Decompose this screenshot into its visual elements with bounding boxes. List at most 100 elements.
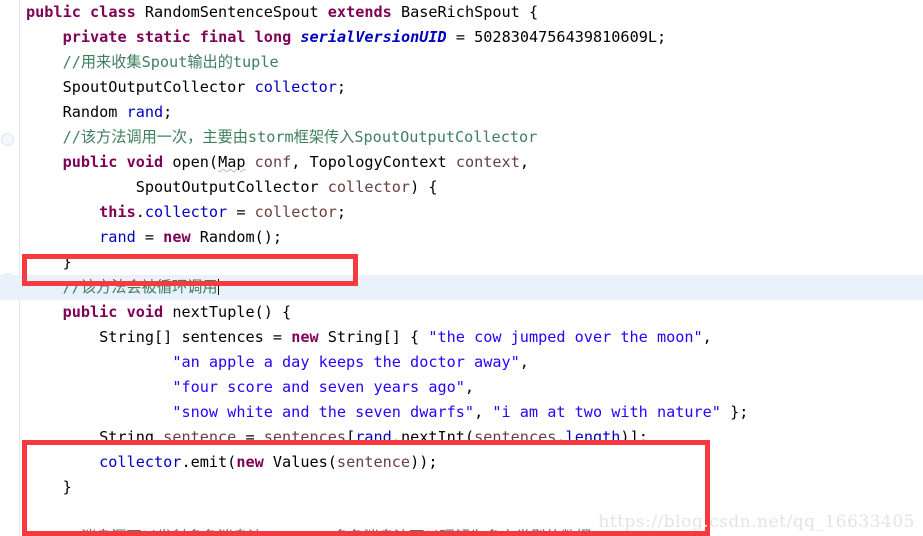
code-token-parm: collector: [254, 203, 337, 221]
code-text-area[interactable]: public class RandomSentenceSpout extends…: [0, 0, 923, 536]
code-token-kw: new: [163, 228, 191, 246]
code-token-kw: void: [126, 153, 164, 171]
code-token-plain: }: [62, 253, 72, 271]
code-token-fld: collector: [254, 78, 337, 96]
code-line[interactable]: public void open(Map conf, TopologyConte…: [0, 150, 923, 175]
code-token-sq: Map: [218, 153, 246, 171]
code-token-kw: new: [291, 328, 319, 346]
code-line[interactable]: }: [0, 250, 923, 275]
code-token-plain: RandomSentenceSpout: [135, 3, 328, 21]
code-token-fld: collector: [99, 453, 182, 471]
code-line[interactable]: rand = new Random();: [0, 225, 923, 250]
code-line[interactable]: this.collector = collector;: [0, 200, 923, 225]
code-token-plain: ,: [519, 353, 529, 371]
code-line[interactable]: Random rand;: [0, 100, 923, 125]
code-line[interactable]: //该方法会被循环调用: [0, 275, 923, 300]
code-token-parm: context: [455, 153, 520, 171]
code-token-sfld: serialVersionUID: [300, 28, 447, 46]
code-line[interactable]: //用来收集Spout输出的tuple: [0, 50, 923, 75]
code-token-fld: rand: [99, 228, 136, 246]
code-token-kw: long: [254, 28, 292, 46]
code-token-plain: ;: [163, 103, 173, 121]
code-token-plain: ,: [519, 153, 529, 171]
code-token-kw: new: [236, 453, 264, 471]
code-token-kw: static: [135, 28, 191, 46]
code-token-plain: String: [99, 428, 164, 446]
code-line[interactable]: "an apple a day keeps the doctor away",: [0, 350, 923, 375]
code-token-plain: ;: [336, 203, 347, 221]
code-token-parm: sentence: [163, 428, 237, 446]
code-token-plain: =: [236, 428, 264, 446]
code-token-plain: =: [227, 203, 255, 221]
code-token-plain: open(: [163, 153, 219, 171]
code-token-plain: BaseRichSpout {: [391, 3, 539, 21]
code-token-plain: ,: [702, 328, 712, 346]
code-line[interactable]: String[] sentences = new String[] { "the…: [0, 325, 923, 350]
code-token-str: "i am at two with nature": [492, 403, 721, 421]
code-line[interactable]: public void nextTuple() {: [0, 300, 923, 325]
code-line[interactable]: //该方法调用一次，主要由storm框架传入SpoutOutputCollect…: [0, 125, 923, 150]
code-token-str: "an apple a day keeps the doctor away": [172, 353, 520, 371]
code-line[interactable]: collector.emit(new Values(sentence));: [0, 450, 923, 475]
code-token-kw: class: [90, 3, 136, 21]
code-token-plain: Values(: [263, 453, 337, 471]
code-token-plain: ));: [410, 453, 438, 471]
code-token-plain: String[]: [99, 328, 182, 346]
watermark-text: https://blog.csdn.net/qq_16633405: [598, 512, 915, 532]
code-token-plain: ,: [464, 378, 475, 396]
code-line[interactable]: "snow white and the seven dwarfs", "i am…: [0, 400, 923, 425]
code-line[interactable]: public class RandomSentenceSpout extends…: [0, 0, 923, 25]
code-token-plain: Random();: [190, 228, 283, 246]
code-line[interactable]: "four score and seven years ago",: [0, 375, 923, 400]
code-token-kw: void: [126, 303, 164, 321]
code-token-kw: private: [62, 28, 127, 46]
code-token-plain: String[] {: [318, 328, 429, 346]
code-editor-screenshot: public class RandomSentenceSpout extends…: [0, 0, 923, 536]
code-token-plain: Random: [62, 103, 127, 121]
code-token-parm: sentences: [263, 428, 347, 446]
code-line[interactable]: SpoutOutputCollector collector;: [0, 75, 923, 100]
code-token-plain: };: [720, 403, 749, 421]
code-token-parm: conf: [254, 153, 292, 171]
code-token-fld: length: [565, 428, 621, 446]
code-token-fld: collector: [144, 203, 228, 221]
code-token-kw: public: [26, 3, 81, 21]
code-line[interactable]: String sentence = sentences[rand.nextInt…: [0, 425, 923, 450]
code-line[interactable]: private static final long serialVersionU…: [0, 25, 923, 50]
code-line[interactable]: }: [0, 475, 923, 500]
code-token-plain: )];: [620, 428, 648, 446]
code-token-plain: = 5028304756439810609L;: [446, 28, 667, 46]
code-token-kw: this: [99, 203, 136, 221]
code-token-plain: SpoutOutputCollector: [135, 178, 328, 196]
text-caret: [217, 279, 219, 295]
code-line[interactable]: SpoutOutputCollector collector) {: [0, 175, 923, 200]
code-token-parm: collector: [327, 178, 411, 196]
code-token-plain: sentences: [181, 328, 264, 346]
code-token-plain: =: [135, 228, 164, 246]
code-token-plain: ) {: [410, 178, 438, 196]
